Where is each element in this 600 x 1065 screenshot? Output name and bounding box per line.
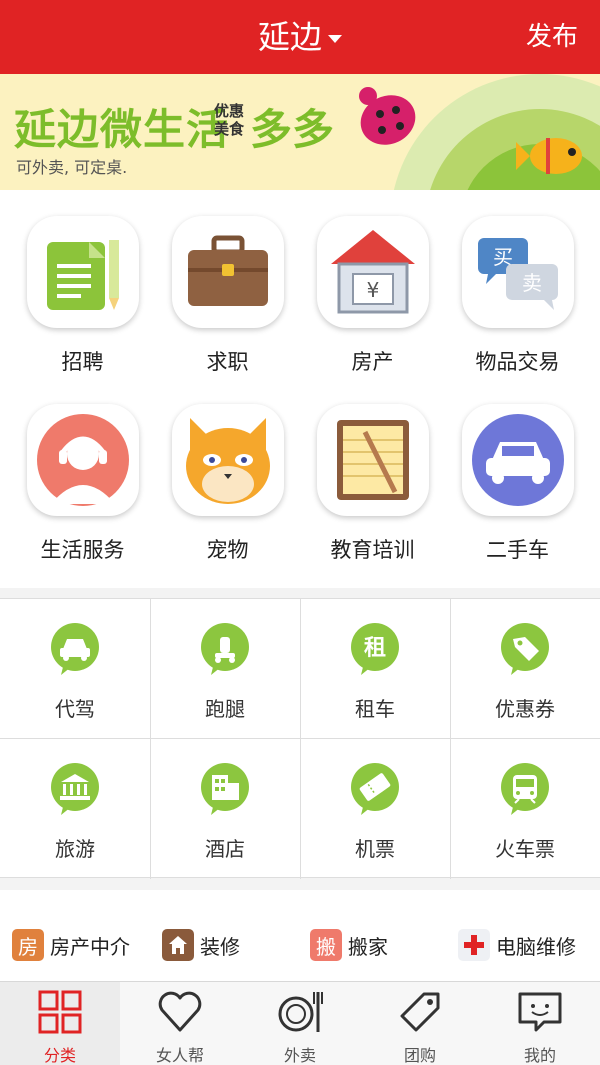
service-label: 优惠券	[495, 697, 555, 721]
service-label: 旅游	[55, 837, 95, 861]
service-designated-driver[interactable]: 代驾	[0, 599, 150, 738]
plate-fork-icon	[278, 992, 323, 1032]
city-name: 延边	[257, 18, 322, 56]
tab-label: 外卖	[283, 1046, 316, 1065]
service-label: 代驾	[55, 697, 95, 721]
category-label: 房产	[351, 350, 394, 374]
document-pencil-icon	[26, 216, 139, 328]
hotel-icon	[201, 763, 249, 815]
tab-group-buy[interactable]: 团购	[360, 982, 480, 1065]
car-icon	[461, 404, 574, 516]
category-grid: 招聘 求职 ¥ 房产 买 卖 物品交易 生活服务 宠物 教育培训 二手车	[0, 190, 600, 588]
chat-smile-icon	[518, 992, 562, 1032]
service-air-tickets[interactable]: 机票	[300, 739, 450, 878]
service-label: 租车	[355, 697, 395, 721]
promo-banner[interactable]: 延边微生活 优惠 美食 多多 可外卖, 可定桌.	[0, 74, 600, 190]
tab-label: 分类	[43, 1046, 76, 1065]
ticket-icon	[351, 763, 399, 815]
briefcase-icon	[171, 216, 284, 328]
service-car-rental[interactable]: 租 租车	[300, 599, 450, 738]
landmark-icon	[51, 763, 99, 815]
svg-text:¥: ¥	[366, 278, 379, 302]
tab-mine[interactable]: 我的	[480, 982, 600, 1065]
tab-takeout[interactable]: 外卖	[240, 982, 360, 1065]
publish-button[interactable]: 发布	[526, 0, 578, 74]
quick-link-label: 电脑维修	[496, 934, 576, 959]
category-label: 招聘	[61, 350, 104, 374]
quick-link-label: 装修	[200, 934, 240, 959]
service-label: 跑腿	[205, 697, 245, 721]
category-education[interactable]: 教育培训	[300, 404, 445, 564]
plus-icon	[458, 929, 490, 961]
tab-label: 我的	[523, 1046, 556, 1065]
service-hotel[interactable]: 酒店	[150, 739, 300, 878]
tag-icon	[501, 623, 549, 675]
scooter-icon	[201, 623, 249, 675]
svg-text:租: 租	[364, 636, 386, 661]
category-label: 二手车	[486, 538, 549, 562]
quick-link-label: 搬家	[348, 934, 388, 959]
heart-icon	[158, 991, 202, 1032]
city-selector[interactable]: 延边	[0, 0, 600, 74]
tab-women[interactable]: 女人帮	[120, 982, 240, 1065]
banner-subtitle: 可外卖, 可定桌.	[16, 158, 128, 177]
category-label: 求职	[206, 350, 249, 374]
headset-agent-icon	[26, 404, 139, 516]
quick-link-label: 房产中介	[50, 934, 130, 959]
service-coupons[interactable]: 优惠券	[450, 599, 600, 738]
category-real-estate[interactable]: ¥ 房产	[300, 216, 445, 376]
service-travel[interactable]: 旅游	[0, 739, 150, 878]
bottom-tab-bar: 分类 女人帮 外卖 团购 我的	[0, 981, 600, 1065]
category-label: 教育培训	[330, 538, 415, 562]
quick-link-renovation[interactable]: 装修	[162, 928, 240, 962]
train-icon	[501, 763, 549, 815]
car-icon	[51, 623, 99, 675]
service-grid: 代驾 跑腿 租 租车 优惠券 旅游 酒店 机票 火车票	[0, 598, 600, 879]
category-life-services[interactable]: 生活服务	[10, 404, 155, 564]
category-label: 宠物	[206, 538, 249, 562]
tab-label: 女人帮	[155, 1046, 204, 1065]
quick-link-computer-repair[interactable]: 电脑维修	[458, 928, 576, 962]
service-label: 机票	[355, 837, 395, 861]
quick-link-moving[interactable]: 搬 搬家	[310, 928, 388, 962]
banner-decoration	[359, 74, 600, 190]
notepad-pen-icon	[316, 404, 429, 516]
rent-icon: 租	[351, 623, 399, 675]
chevron-down-icon	[328, 35, 342, 43]
buy-sell-chat-icon: 买 卖	[461, 216, 574, 328]
quick-link-agency[interactable]: 房 房产中介	[12, 928, 130, 962]
service-errand[interactable]: 跑腿	[150, 599, 300, 738]
house-badge-icon: 房	[12, 929, 44, 961]
banner-small-text: 优惠 美食	[214, 102, 245, 138]
category-label: 生活服务	[40, 538, 125, 562]
category-label: 物品交易	[475, 350, 560, 374]
grid-icon	[38, 990, 82, 1034]
tab-label: 团购	[403, 1046, 436, 1065]
home-icon	[162, 929, 194, 961]
moving-badge-icon: 搬	[310, 929, 342, 961]
house-icon: ¥	[316, 216, 429, 328]
category-pets[interactable]: 宠物	[155, 404, 300, 564]
service-label: 酒店	[205, 837, 245, 861]
top-bar: 延边 发布	[0, 0, 600, 74]
ladybug-icon	[359, 87, 416, 145]
banner-title: 延边微生活	[14, 105, 230, 154]
cat-face-icon	[171, 404, 284, 516]
tag-icon	[400, 992, 440, 1032]
svg-text:卖: 卖	[522, 271, 542, 295]
quick-links-row: 房 房产中介 装修 搬 搬家 电脑维修	[0, 890, 600, 982]
service-train-tickets[interactable]: 火车票	[450, 739, 600, 878]
category-job-seeking[interactable]: 求职	[155, 216, 300, 376]
tab-categories[interactable]: 分类	[0, 982, 120, 1065]
category-recruitment[interactable]: 招聘	[10, 216, 155, 376]
service-label: 火车票	[495, 837, 555, 861]
banner-highlight: 多多	[250, 105, 335, 154]
category-item-trade[interactable]: 买 卖 物品交易	[445, 216, 590, 376]
category-used-cars[interactable]: 二手车	[445, 404, 590, 564]
